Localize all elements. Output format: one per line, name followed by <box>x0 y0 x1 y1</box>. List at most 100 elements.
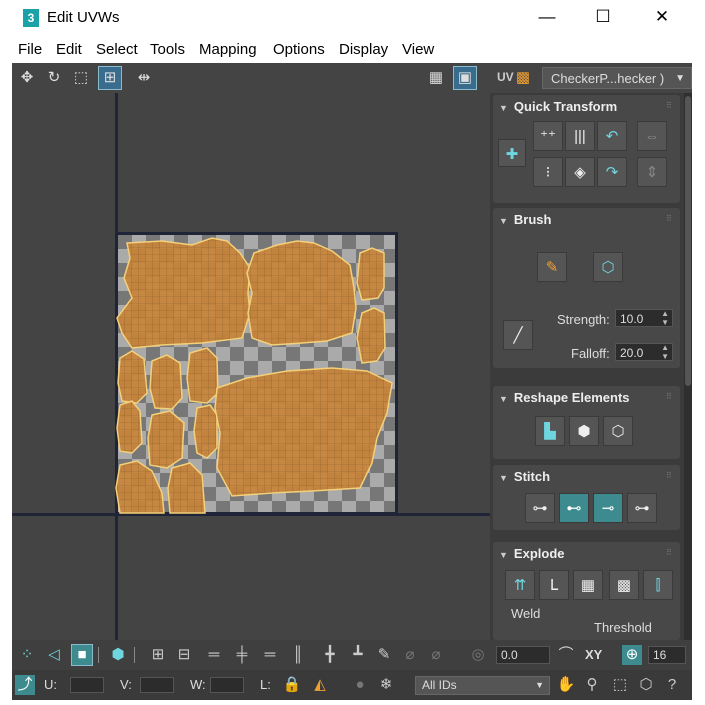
uv-islands[interactable] <box>12 93 490 640</box>
menu-tools[interactable]: Tools <box>150 41 185 58</box>
stitch-rollout: ▼ Stitch ⠿ ⊶ ⊷ ⊸ ⊶ <box>493 465 680 530</box>
pan-icon[interactable]: ✋ <box>556 675 576 695</box>
pivot-icon[interactable]: ✚ <box>498 139 526 167</box>
material-ids-dropdown[interactable]: All IDs ▼ <box>415 676 550 695</box>
scrollbar-thumb[interactable] <box>685 96 691 386</box>
paint-move-icon[interactable]: ✎ <box>537 252 567 282</box>
spinner-arrows-icon[interactable]: ▲ ▼ <box>661 343 669 361</box>
zoom-icon[interactable]: ⚲ <box>582 675 602 695</box>
texture-dropdown[interactable]: CheckerP...hecker ) ▼ <box>542 67 692 89</box>
stitch-to-source-icon[interactable]: ⊷ <box>559 493 589 523</box>
straighten-icon[interactable]: ◈ <box>565 157 595 187</box>
xy-label[interactable]: XY <box>585 647 602 662</box>
stitch-to-average-icon[interactable]: ⊸ <box>593 493 623 523</box>
uv-island <box>115 460 165 514</box>
brush-header[interactable]: ▼ Brush <box>499 212 551 227</box>
align-vertical-icon[interactable]: ||| <box>565 121 595 151</box>
straighten-selection-icon[interactable]: ▙ <box>535 416 565 446</box>
pixel-snap-icon[interactable]: ◎ <box>468 645 488 665</box>
align-horizontal-icon[interactable]: ⁺⁺ <box>533 121 563 151</box>
ring-grow-icon[interactable]: ║ <box>288 645 308 665</box>
rotate-ccw-icon[interactable]: ↶ <box>597 121 627 151</box>
brush-select-icon[interactable]: ✎ <box>374 645 394 665</box>
v-field[interactable] <box>140 677 174 693</box>
move-icon[interactable]: ✥ <box>16 67 38 89</box>
lock-icon[interactable]: 🔒 <box>282 675 302 695</box>
grip-icon: ⠿ <box>666 101 672 110</box>
grid-snap-icon[interactable]: ⊕ <box>622 645 642 665</box>
soft-select-icon[interactable]: ⌀ <box>400 645 420 665</box>
polygon-select-icon[interactable]: ■ <box>71 644 93 666</box>
mirror-icon[interactable]: ⇹ <box>133 67 155 89</box>
falloff-type-icon[interactable]: ╱ <box>503 320 533 350</box>
stitch-header[interactable]: ▼ Stitch <box>499 469 550 484</box>
uv-island <box>117 350 148 404</box>
texture-options-icon[interactable]: ▩ <box>512 67 534 89</box>
explode-by-material-icon[interactable]: ▦ <box>573 570 603 600</box>
strength-spinner[interactable]: 10.0 ▲ ▼ <box>615 309 673 327</box>
bottom-toolbar-selection: ⁘ ◁ ■ ⬢ ⊞ ⊟ ═ ╪ ═ ║ ╋ ┻ ✎ ⌀ ⌀ ◎ 0.0 ⌒ XY… <box>12 640 692 670</box>
close-button[interactable]: ✕ <box>647 5 677 29</box>
falloff-spinner[interactable]: 20.0 ▲ ▼ <box>615 343 673 361</box>
visibility-icon[interactable]: ● <box>350 675 370 695</box>
w-field[interactable] <box>210 677 244 693</box>
stitch-custom-icon[interactable]: ⊶ <box>525 493 555 523</box>
relax-icon[interactable]: ⬢ <box>569 416 599 446</box>
checker-grid-icon[interactable]: ▦ <box>425 67 447 89</box>
u-field[interactable] <box>70 677 104 693</box>
scale-icon[interactable]: ⬚ <box>70 67 92 89</box>
menu-options[interactable]: Options <box>273 41 325 58</box>
minimize-button[interactable]: — <box>532 5 562 29</box>
freeze-icon[interactable]: ❄ <box>376 675 396 695</box>
stitch-to-target-icon[interactable]: ⊶ <box>627 493 657 523</box>
soft-select-edge-icon[interactable]: ⌀ <box>426 645 446 665</box>
explode-to-seams-icon[interactable]: ⫿ <box>643 570 673 600</box>
element-select-icon[interactable]: ⬢ <box>108 645 128 665</box>
grow-selection-icon[interactable]: ⊞ <box>148 645 168 665</box>
quick-transform-header[interactable]: ▼ Quick Transform <box>499 99 617 114</box>
reshape-header[interactable]: ▼ Reshape Elements <box>499 390 630 405</box>
absolute-mode-icon[interactable]: ⤴ <box>15 675 35 695</box>
tool-panel: ▼ Quick Transform ⠿ ✚ ⁺⁺ ||| ↶ ⇔ ⁝ ◈ ↷ ⇕ … <box>490 93 692 640</box>
rotate-cw-icon[interactable]: ↷ <box>597 157 627 187</box>
spinner-arrows-icon[interactable]: ▲ ▼ <box>661 309 669 327</box>
select-by-angle-icon[interactable]: ┻ <box>348 645 368 665</box>
shrink-selection-icon[interactable]: ⊟ <box>174 645 194 665</box>
maximize-button[interactable]: ☐ <box>588 5 618 29</box>
ring-icon[interactable]: ═ <box>260 645 280 665</box>
vertex-select-icon[interactable]: ⁘ <box>17 645 37 665</box>
menu-display[interactable]: Display <box>339 41 388 58</box>
relax-options-icon[interactable]: ⬡ <box>603 416 633 446</box>
loop-icon[interactable]: ═ <box>204 645 224 665</box>
space-vertical-icon[interactable]: ⇕ <box>637 157 667 187</box>
loop-grow-icon[interactable]: ╪ <box>232 645 252 665</box>
zoom-extents-icon[interactable]: ⬡ <box>636 675 656 695</box>
angle-spinner[interactable]: 0.0 <box>496 646 550 664</box>
edge-select-icon[interactable]: ◁ <box>44 645 64 665</box>
menu-mapping[interactable]: Mapping <box>199 41 257 58</box>
menu-file[interactable]: File <box>18 41 42 58</box>
zoom-region-icon[interactable]: ⬚ <box>610 675 630 695</box>
paint-select-icon[interactable]: ╋ <box>320 645 340 665</box>
menu-edit[interactable]: Edit <box>56 41 82 58</box>
grid-spinner[interactable]: 16 <box>648 646 686 664</box>
explode-header[interactable]: ▼ Explode <box>499 546 565 561</box>
explode-by-smoothing-icon[interactable]: ᒪ <box>539 570 569 600</box>
curve-icon[interactable]: ⌒ <box>556 645 576 665</box>
align-center-icon[interactable]: ⁝ <box>533 157 563 187</box>
chevron-down-icon: ▼ <box>675 73 685 84</box>
break-icon[interactable]: ⇈ <box>505 570 535 600</box>
show-map-icon[interactable]: ▣ <box>453 66 477 90</box>
window-title: Edit UVWs <box>47 9 120 26</box>
menu-select[interactable]: Select <box>96 41 138 58</box>
hide-icon[interactable]: ◭ <box>310 675 330 695</box>
space-horizontal-icon[interactable]: ⇔ <box>637 121 667 151</box>
freeform-icon[interactable]: ⊞ <box>98 66 122 90</box>
relax-brush-icon[interactable]: ⬡ <box>593 252 623 282</box>
panel-scrollbar[interactable] <box>684 93 692 640</box>
uv-editor-viewport[interactable] <box>12 93 490 640</box>
rotate-icon[interactable]: ↻ <box>43 67 65 89</box>
help-icon[interactable]: ? <box>662 675 682 695</box>
flatten-by-polygon-icon[interactable]: ▩ <box>609 570 639 600</box>
menu-view[interactable]: View <box>402 41 434 58</box>
